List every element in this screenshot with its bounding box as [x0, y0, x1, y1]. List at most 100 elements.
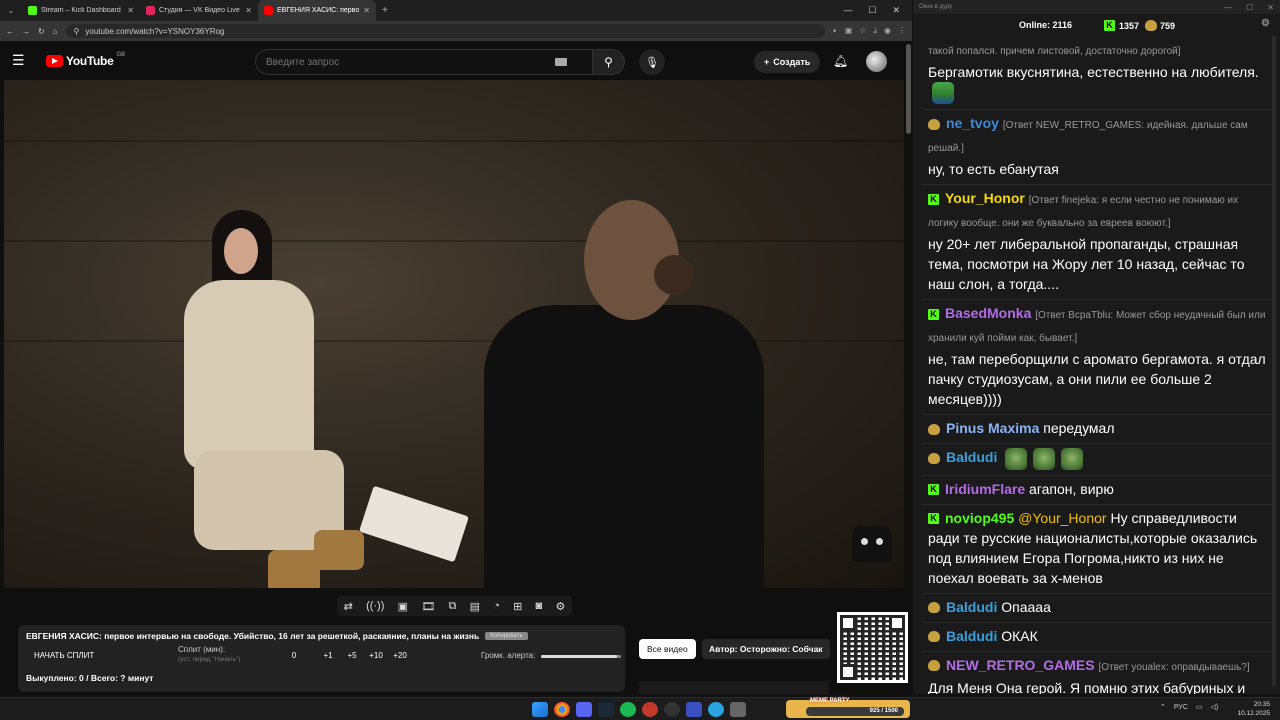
menu-icon[interactable]: ⋮ — [898, 26, 906, 36]
camera-icon[interactable]: ◙ — [536, 600, 543, 612]
film-icon[interactable]: ▤ — [470, 600, 480, 613]
download-icon[interactable]: ⤓ — [873, 26, 877, 36]
chat-username[interactable]: Baldudi — [946, 449, 997, 465]
chat-message[interactable]: Baldudi Опаааа — [922, 594, 1272, 623]
tab-search-icon[interactable]: ⌄ — [0, 6, 22, 15]
windows-start-icon[interactable] — [532, 702, 548, 717]
app-icon[interactable] — [730, 702, 746, 717]
pip-icon[interactable]: ⧉ — [448, 600, 456, 613]
chat-mention[interactable]: @Your_Honor — [1018, 510, 1106, 526]
avatar[interactable] — [866, 51, 887, 72]
extension-icon[interactable]: ◐ — [833, 26, 838, 36]
alert-volume-slider[interactable] — [541, 655, 621, 658]
chat-message[interactable]: Baldudi — [922, 444, 1272, 476]
loop-icon[interactable]: ⇄ — [344, 600, 353, 613]
minimize-icon[interactable]: — — [1224, 3, 1232, 12]
bookmark-icon[interactable]: ☆ — [859, 26, 866, 36]
discord-icon[interactable] — [576, 702, 592, 717]
broadcast-icon[interactable]: ((·)) — [366, 600, 384, 612]
language-indicator[interactable]: РУС — [1174, 704, 1188, 711]
author-button[interactable]: Автор: Осторожно: Собчак — [702, 639, 830, 659]
chat-username[interactable]: noviop495 — [945, 510, 1014, 526]
add-icon[interactable]: ⊞ — [513, 600, 522, 613]
chat-message[interactable]: K Your_Honor [Ответ finejeka: я если чест… — [922, 185, 1272, 301]
site-info-icon[interactable]: ⚲ — [74, 27, 80, 36]
maximize-icon[interactable]: ☐ — [1246, 3, 1253, 12]
gear-icon[interactable]: ⚙ — [555, 600, 565, 613]
tab-kick-dashboard[interactable]: Stream – Kick Dashboard ✕ — [22, 0, 140, 21]
voice-search-button[interactable]: 🎙 — [639, 49, 665, 75]
media-player-icon[interactable] — [686, 702, 702, 717]
minimize-icon[interactable]: — — [843, 5, 852, 16]
copy-button[interactable]: Копировать — [485, 632, 528, 640]
chat-username[interactable]: Baldudi — [946, 628, 997, 644]
home-icon[interactable]: ⌂ — [53, 27, 58, 36]
chat-username[interactable]: ne_tvoy — [946, 115, 999, 131]
tray-chevron-icon[interactable]: ⌃ — [1160, 703, 1166, 711]
all-videos-button[interactable]: Все видео — [639, 639, 696, 659]
chat-username[interactable]: NEW_RETRO_GAMES — [946, 657, 1095, 673]
notifications-bell-icon[interactable]: 🔔︎ — [833, 54, 848, 68]
screen-icon[interactable]: ▣ — [398, 600, 408, 613]
chat-message[interactable]: ne_tvoy [Ответ NEW_RETRO_GAMES: идейная.… — [922, 110, 1272, 186]
tab-close-icon[interactable]: ✕ — [127, 6, 134, 15]
close-icon[interactable]: ✕ — [892, 5, 900, 16]
start-split-button[interactable]: НАЧАТЬ СПЛИТ — [34, 651, 94, 660]
split-add-20[interactable]: +20 — [388, 651, 412, 660]
app-icon[interactable] — [642, 702, 658, 717]
chat-message[interactable]: Baldudi ОКАК — [922, 623, 1272, 652]
chrome-icon[interactable] — [554, 702, 570, 717]
close-icon[interactable]: ✕ — [1267, 3, 1274, 12]
video-player[interactable] — [4, 80, 904, 588]
extension-icon[interactable]: ▣ — [845, 26, 853, 36]
address-bar[interactable]: ⚲ youtube.com/watch?v=YSNOY36YRog — [65, 24, 825, 38]
tab-vk-studio[interactable]: Студия — VK Видео Live ✕ — [140, 0, 258, 21]
gear-icon[interactable]: ⚙ — [1261, 18, 1270, 29]
maximize-icon[interactable]: ☐ — [868, 5, 876, 16]
chat-messages[interactable]: такой попался. причем листовой, достаточ… — [922, 36, 1272, 694]
chat-username[interactable]: Pinus Maxima — [946, 420, 1039, 436]
create-button[interactable]: + Создать — [754, 51, 821, 73]
chat-message[interactable]: такой попался. причем листовой, достаточ… — [922, 36, 1272, 111]
steam-icon[interactable] — [598, 702, 614, 717]
chat-scrollbar[interactable] — [1272, 36, 1276, 686]
search-button[interactable]: ⚲ — [593, 49, 625, 75]
split-add-10[interactable]: +10 — [364, 651, 388, 660]
clip-icon[interactable]: 🎞︎ — [421, 600, 435, 613]
search-input[interactable] — [255, 49, 593, 75]
chat-message[interactable]: Knoviop495 @Your_Honor Ну справедливости… — [922, 505, 1272, 594]
back-icon[interactable]: ← — [6, 27, 14, 36]
split-value-0[interactable]: 0 — [282, 651, 306, 660]
split-add-1[interactable]: +1 — [316, 651, 340, 660]
forward-icon[interactable]: → — [22, 27, 30, 36]
chat-username[interactable]: Your_Honor — [945, 190, 1025, 206]
chat-message[interactable]: Pinus Maxima передумал — [922, 415, 1272, 445]
system-clock[interactable]: 20:35 10.12.2025 — [1237, 700, 1270, 718]
volume-icon[interactable]: ◁) — [1211, 703, 1219, 711]
meme-party-widget[interactable]: MEME PARTY 925 / 1500 — [786, 698, 910, 718]
chat-message[interactable]: K BasedMonka [Ответ BcpaTblu: Может сбор … — [922, 300, 1272, 416]
keyboard-icon[interactable] — [555, 58, 567, 66]
new-tab-icon[interactable]: + — [376, 5, 394, 16]
tab-youtube-video[interactable]: ЕВГЕНИЯ ХАСИС: первое · ✕ — [258, 0, 376, 21]
obs-icon[interactable] — [664, 702, 680, 717]
page-scrollbar[interactable] — [906, 44, 911, 134]
qr-finder — [889, 615, 905, 631]
youtube-logo[interactable]: YouTube GB — [46, 52, 125, 68]
url-text[interactable]: youtube.com/watch?v=YSNOY36YRog — [85, 27, 224, 36]
chat-username[interactable]: IridiumFlare — [945, 481, 1025, 497]
chat-username[interactable]: BasedMonka — [945, 305, 1031, 321]
network-icon[interactable]: ▭ — [1196, 703, 1203, 711]
chat-message[interactable]: NEW_RETRO_GAMES [Ответ youalex: оправдыв… — [922, 652, 1272, 694]
tab-close-icon[interactable]: ✕ — [363, 6, 370, 15]
chat-username[interactable]: Baldudi — [946, 599, 997, 615]
split-add-5[interactable]: +5 — [340, 651, 364, 660]
chat-message[interactable]: K IridiumFlare агапон, вирю — [922, 476, 1272, 505]
telegram-icon[interactable] — [708, 702, 724, 717]
spotify-icon[interactable] — [620, 702, 636, 717]
hamburger-menu-icon[interactable]: ☰ — [12, 52, 34, 69]
tab-close-icon[interactable]: ✕ — [245, 6, 252, 15]
speed-icon[interactable]: ◔ — [493, 600, 500, 612]
reload-icon[interactable]: ↻ — [38, 27, 45, 36]
profile-icon[interactable]: ◉ — [884, 26, 891, 36]
